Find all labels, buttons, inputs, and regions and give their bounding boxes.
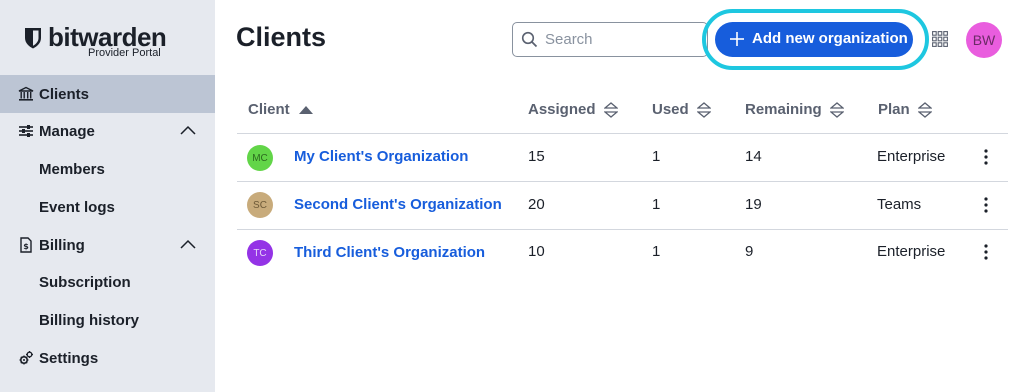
sidebar-item-clients[interactable]: Clients (0, 75, 215, 113)
org-avatar: MC (247, 145, 273, 171)
sidebar-item-billing[interactable]: $ Billing (0, 226, 215, 264)
row-divider (237, 229, 1008, 230)
row-options-kebab-icon[interactable] (983, 244, 989, 260)
plan-cell: Enterprise (877, 243, 946, 260)
svg-text:$: $ (23, 242, 29, 251)
add-new-organization-button[interactable]: Add new organization (715, 22, 913, 57)
sidebar-item-billing-history[interactable]: Billing history (0, 301, 215, 339)
sidebar-item-members[interactable]: Members (0, 150, 215, 188)
shield-icon (25, 28, 41, 49)
assigned-cell: 10 (528, 243, 545, 260)
table-header-divider (237, 133, 1008, 134)
app-switcher-grid-icon[interactable] (932, 31, 948, 47)
sidebar-item-manage[interactable]: Manage (0, 112, 215, 150)
chevron-up-icon[interactable] (180, 125, 196, 135)
sidebar-item-label: Clients (39, 85, 90, 103)
column-header-label: Plan (878, 101, 910, 118)
sidebar: bitwarden Provider Portal Clients Manage… (0, 0, 215, 392)
column-header-remaining[interactable]: Remaining (745, 101, 844, 118)
sidebar-item-label: Subscription (39, 273, 131, 291)
column-header-client[interactable]: Client (248, 101, 314, 118)
sort-icon (696, 101, 711, 118)
sort-icon (917, 101, 932, 118)
bank-icon (18, 86, 34, 101)
column-header-label: Client (248, 101, 290, 118)
sidebar-item-label: Event logs (39, 198, 115, 216)
column-header-used[interactable]: Used (652, 101, 711, 118)
sidebar-item-label: Members (39, 160, 105, 178)
remaining-cell: 9 (745, 243, 754, 260)
column-header-label: Used (652, 101, 689, 118)
sort-icon (603, 101, 618, 118)
brand-subtitle: Provider Portal (88, 47, 161, 59)
sidebar-item-label: Manage (39, 122, 95, 140)
org-name-link[interactable]: My Client's Organization (294, 148, 468, 165)
org-avatar: TC (247, 240, 273, 266)
sort-icon (829, 101, 844, 118)
search-icon (521, 31, 538, 48)
remaining-cell: 19 (745, 196, 762, 213)
column-header-label: Remaining (745, 101, 822, 118)
app-window: bitwarden Provider Portal Clients Manage… (0, 0, 1031, 392)
sidebar-item-label: Settings (39, 349, 99, 367)
sidebar-item-settings[interactable]: Settings (0, 339, 215, 377)
used-cell: 1 (652, 148, 661, 165)
sliders-icon (19, 125, 33, 137)
chevron-up-icon[interactable] (180, 239, 196, 249)
plan-cell: Teams (877, 196, 922, 213)
user-avatar[interactable]: BW (966, 22, 1002, 58)
org-avatar: SC (247, 192, 273, 218)
org-name-link[interactable]: Second Client's Organization (294, 196, 502, 213)
remaining-cell: 14 (745, 148, 762, 165)
column-header-label: Assigned (528, 101, 596, 118)
sort-ascending-icon (298, 105, 313, 114)
sidebar-item-subscription[interactable]: Subscription (0, 263, 215, 301)
billing-icon: $ (20, 237, 32, 253)
org-name-link[interactable]: Third Client's Organization (294, 244, 485, 261)
search-input[interactable] (545, 24, 703, 55)
assigned-cell: 20 (528, 196, 545, 213)
plus-icon (730, 32, 744, 46)
plan-cell: Enterprise (877, 148, 946, 165)
column-header-plan[interactable]: Plan (878, 101, 932, 118)
used-cell: 1 (652, 243, 661, 260)
column-header-assigned[interactable]: Assigned (528, 101, 618, 118)
assigned-cell: 15 (528, 148, 545, 165)
row-options-kebab-icon[interactable] (983, 149, 989, 165)
used-cell: 1 (652, 196, 661, 213)
search-box[interactable] (512, 22, 708, 57)
row-options-kebab-icon[interactable] (983, 197, 989, 213)
sidebar-item-label: Billing (39, 236, 85, 254)
sidebar-item-event-logs[interactable]: Event logs (0, 188, 215, 226)
sidebar-item-label: Billing history (39, 311, 140, 329)
cogs-icon (19, 351, 33, 365)
add-button-label: Add new organization (752, 30, 908, 47)
page-title: Clients (236, 22, 327, 52)
row-divider (237, 181, 1008, 182)
